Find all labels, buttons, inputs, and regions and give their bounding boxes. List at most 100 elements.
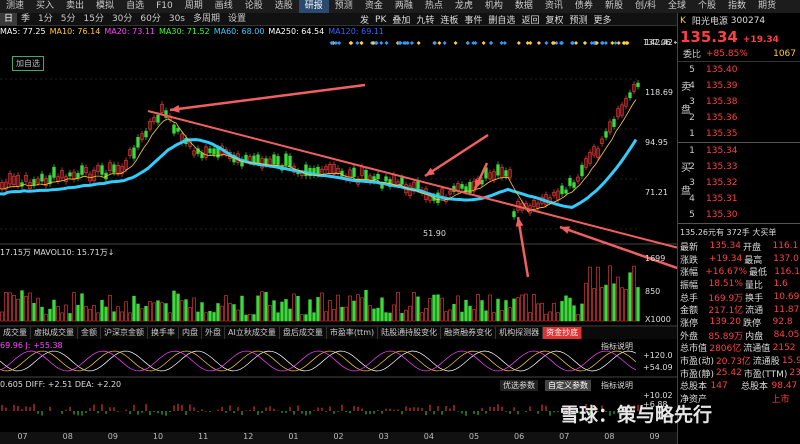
menu-item[interactable]: 预测 [329, 0, 359, 13]
toolbar-button[interactable]: 预测 [566, 13, 590, 26]
volume-bar [448, 309, 452, 322]
event-marker [379, 41, 384, 45]
menu-item[interactable]: 自选 [120, 0, 150, 13]
info-cell: 217.1亿 [708, 306, 744, 317]
volume-bar [544, 313, 548, 322]
volume-bar [224, 295, 228, 322]
menu-item[interactable]: 资讯 [539, 0, 569, 13]
menu-item[interactable]: F10 [150, 0, 179, 13]
indicator-tab[interactable]: 资金抄底 [543, 327, 583, 339]
menu-item[interactable]: 研报 [298, 0, 329, 13]
last-price: 135.34 +19.34 [678, 28, 800, 46]
volume-bar [64, 304, 68, 322]
menu-item[interactable]: 债券 [569, 0, 599, 13]
indicator-link-1[interactable]: 指标说明 [601, 341, 633, 352]
menu-item[interactable]: 卖出 [60, 0, 90, 13]
toolbar-button[interactable]: 返回 [518, 13, 542, 26]
menu-item[interactable]: 热点 [419, 0, 449, 13]
menu-item[interactable]: 新股 [599, 0, 629, 13]
ask-side-label-char: 卖 [681, 82, 691, 93]
volume-bar [324, 311, 328, 322]
toolbar-button[interactable]: 删自选 [485, 13, 518, 26]
volume-bar [624, 289, 628, 322]
period-tab[interactable]: 60分 [136, 13, 164, 26]
period-tab[interactable]: 季 [17, 13, 34, 26]
menu-item[interactable]: 画线 [209, 0, 239, 13]
menu-item[interactable]: 创/科 [629, 0, 662, 13]
volume-bar [132, 295, 136, 322]
kline-chart[interactable] [0, 39, 677, 432]
volume-bar [380, 297, 384, 322]
candle [612, 118, 616, 127]
menu-item[interactable]: 论股 [239, 0, 269, 13]
toolbar-button[interactable]: 事件 [461, 13, 485, 26]
info-row: 市盈(动)20.73亿流通股15.90 [678, 354, 800, 368]
menu-item[interactable]: 周期 [179, 0, 209, 13]
menu-item[interactable]: 数据 [509, 0, 539, 13]
price-value: 135.34 [680, 28, 738, 46]
period-tab[interactable]: 5分 [57, 13, 80, 26]
indicator-tab[interactable]: 陆股通持股变化 [378, 327, 442, 339]
toolbar-button[interactable]: 叠加 [389, 13, 413, 26]
indicator-tab[interactable]: 盘后成交量 [280, 327, 327, 339]
indicator-tab[interactable]: 沪深京金额 [101, 327, 148, 339]
menu-item[interactable]: 全球 [662, 0, 692, 13]
candle [568, 177, 572, 186]
volume-bar [172, 290, 176, 322]
volume-bar [80, 293, 84, 322]
menu-item[interactable]: 期货 [752, 0, 782, 13]
toolbar-button[interactable]: 连板 [437, 13, 461, 26]
menu-item[interactable]: 两融 [389, 0, 419, 13]
toolbar-button[interactable]: 发 [357, 13, 372, 26]
menu-item[interactable]: 个股 [692, 0, 722, 13]
period-tab[interactable]: 日 [0, 12, 18, 26]
info-cell: 1.6 [773, 279, 788, 290]
period-tab[interactable]: 多周期 [189, 13, 224, 26]
menu-item[interactable]: 选股 [269, 0, 299, 13]
toolbar-button[interactable]: PK [372, 15, 389, 25]
volume-bar [140, 308, 144, 322]
info-cell: 涨停 [680, 318, 699, 329]
toolbar-button[interactable]: 九转 [413, 13, 437, 26]
period-tab[interactable]: 15分 [80, 13, 108, 26]
volume-bar [452, 303, 456, 322]
volume-bar [388, 312, 392, 322]
volume-bar [456, 295, 460, 322]
indicator-tab[interactable]: 融资融券变化 [441, 327, 497, 339]
candle [400, 177, 404, 185]
volume-bar [284, 299, 288, 322]
indicator-tab[interactable]: 金额 [78, 327, 101, 339]
menu-item[interactable]: 指数 [722, 0, 752, 13]
indicator-tab[interactable]: 换手率 [148, 327, 179, 339]
info-cell: 2806亿 [709, 344, 742, 355]
menu-item[interactable]: 机构 [479, 0, 509, 13]
period-tab[interactable]: 1分 [34, 13, 57, 26]
indicator-tab[interactable]: 成交量 [0, 327, 31, 339]
indicator-tab[interactable]: 内盘 [179, 327, 202, 339]
period-tab[interactable]: 30分 [108, 13, 136, 26]
menu-item[interactable]: 模拟 [90, 0, 120, 13]
volume-bar [128, 312, 132, 322]
menu-item[interactable]: 测速 [0, 0, 30, 13]
indicator-tab[interactable]: 虚拟成交量 [31, 327, 78, 339]
volume-bar [480, 300, 484, 322]
volume-bar [280, 301, 284, 322]
info-cell: 开盘 [743, 242, 762, 253]
menu-item[interactable]: 龙虎 [449, 0, 479, 13]
add-favorite-button[interactable]: 加自选 [12, 56, 44, 71]
menu-item[interactable]: 买入 [30, 0, 60, 13]
info-cell: 11.87 [773, 304, 800, 315]
custom-params-button[interactable]: 自定义参数 [545, 380, 591, 391]
indicator-tab[interactable]: 市盈率(ttm) [327, 327, 379, 339]
toolbar-button[interactable]: 复权 [542, 13, 566, 26]
optimal-params-button[interactable]: 优选参数 [500, 380, 538, 391]
period-tab[interactable]: 设置 [224, 13, 250, 26]
toolbar-button[interactable]: 更多 [590, 13, 614, 26]
candle [212, 148, 216, 155]
indicator-tab[interactable]: 机构探测器 [496, 327, 544, 339]
period-tab[interactable]: 30s [165, 13, 189, 26]
indicator-tab[interactable]: AI立秋成交量 [225, 327, 280, 339]
indicator-tab[interactable]: 外盘 [202, 327, 225, 339]
indicator-link-2[interactable]: 指标说明 [601, 380, 633, 391]
menu-item[interactable]: 资金 [359, 0, 389, 13]
